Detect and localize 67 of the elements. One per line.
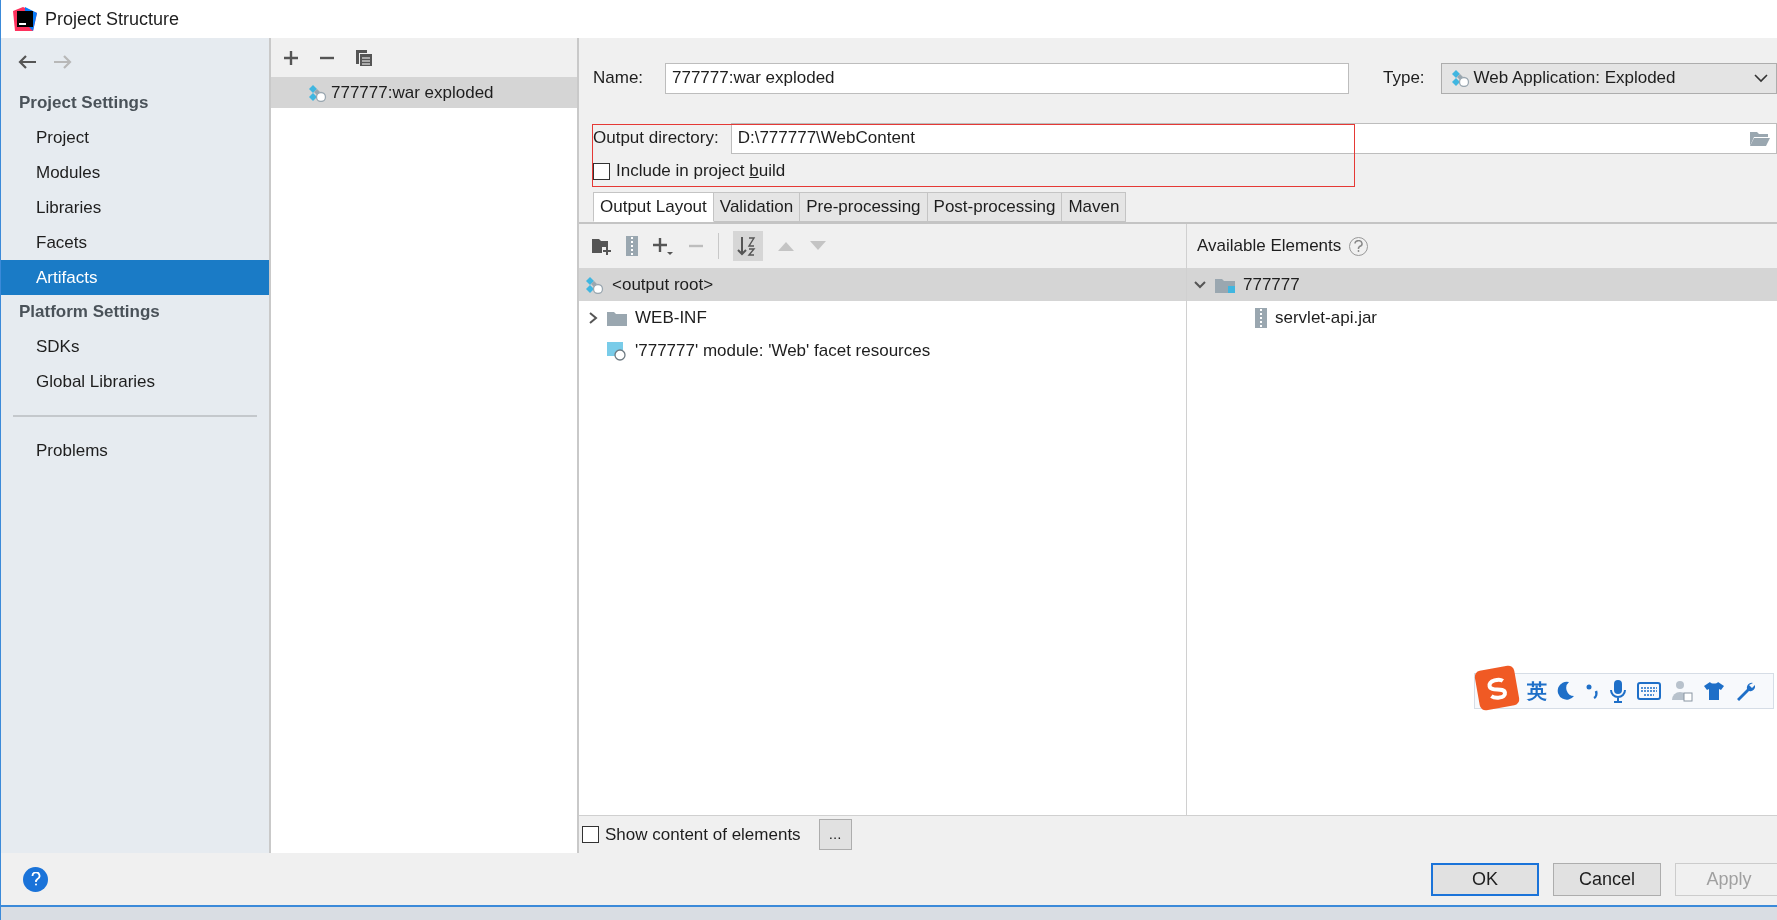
sidebar-item[interactable]: Facets [1,225,269,260]
name-field[interactable]: 777777:war exploded [665,62,1349,94]
tree-label: <output root> [612,273,714,296]
include-build-label: Include in project build [616,160,786,183]
type-dropdown[interactable]: Web Application: Exploded [1440,62,1777,94]
moon-icon[interactable] [1557,681,1575,701]
include-build-checkbox[interactable] [593,162,610,180]
wrench-icon[interactable] [1735,681,1755,701]
tab[interactable]: Post-processing [927,192,1063,222]
dialog-button[interactable]: Cancel [1553,862,1661,896]
web-resource-icon [607,340,627,361]
folder-icon [607,309,627,326]
sort-icon[interactable] [733,231,763,261]
tree-row[interactable]: WEB-INF [579,301,1186,334]
sidebar-item[interactable]: Global Libraries [1,364,269,399]
app-logo-icon [13,7,37,31]
tree-label: '777777' module: 'Web' facet resources [635,339,931,362]
tree-label: 777777 [1243,273,1300,296]
tab[interactable]: Maven [1062,192,1127,222]
tree-row[interactable]: '777777' module: 'Web' facet resources [579,334,1186,367]
chevron-right-icon[interactable] [587,310,599,325]
section-header: Platform Settings [18,301,161,324]
new-folder-icon[interactable] [592,237,612,255]
folder-browse-icon[interactable] [1750,130,1770,146]
artifact-label: 777777:war exploded [331,81,494,104]
copy-icon[interactable] [355,48,373,67]
add-icon[interactable] [283,49,299,66]
type-label: Type: [1383,67,1425,90]
tree-row[interactable]: 777777 [1187,268,1777,301]
tree-row[interactable]: servlet-api.jar [1187,301,1777,334]
jar-icon [626,236,638,256]
show-content-checkbox[interactable] [582,826,599,843]
output-directory-label: Output directory: [593,127,719,150]
tab[interactable]: Validation [713,192,801,222]
module-folder-icon [1215,276,1235,293]
tab[interactable]: Pre-processing [800,192,928,222]
sidebar-item[interactable]: Modules [1,155,269,190]
artifact-item[interactable]: 777777:war exploded [271,77,577,108]
tree-label: servlet-api.jar [1275,306,1378,329]
section-header: Project Settings [18,92,150,115]
ime-language-label[interactable]: 英 [1527,676,1547,706]
tree-row[interactable]: <output root> [579,268,1186,301]
microphone-icon[interactable] [1609,679,1627,703]
artifact-root-icon [584,275,604,294]
more-button[interactable]: ... [818,819,852,850]
back-arrow-icon[interactable] [17,54,37,70]
available-elements-title: Available Elements [1197,235,1342,258]
dialog-button[interactable]: OK [1431,862,1539,896]
shirt-icon[interactable] [1703,681,1725,701]
artifact-icon [307,83,327,102]
sidebar-item[interactable]: Project [1,120,269,155]
sidebar-item[interactable]: Libraries [1,190,269,225]
tab[interactable]: Output Layout [593,192,714,222]
keyboard-icon[interactable] [1637,682,1661,700]
chevron-down-icon [1754,73,1768,83]
help-icon[interactable] [23,866,48,892]
sidebar-item[interactable]: Problems [1,433,269,468]
jar-icon [1255,307,1267,328]
tree-label: WEB-INF [635,306,707,329]
show-content-label: Show content of elements [605,823,801,846]
output-directory-field[interactable]: D:\777777\WebContent [730,122,1777,154]
chevron-down-icon[interactable] [1193,278,1207,291]
name-label: Name: [593,67,645,90]
sidebar-item[interactable]: Artifacts [1,260,269,295]
add-dropdown-icon[interactable] [652,236,674,256]
window-title: Project Structure [45,7,180,31]
sidebar-item[interactable]: SDKs [1,329,269,364]
